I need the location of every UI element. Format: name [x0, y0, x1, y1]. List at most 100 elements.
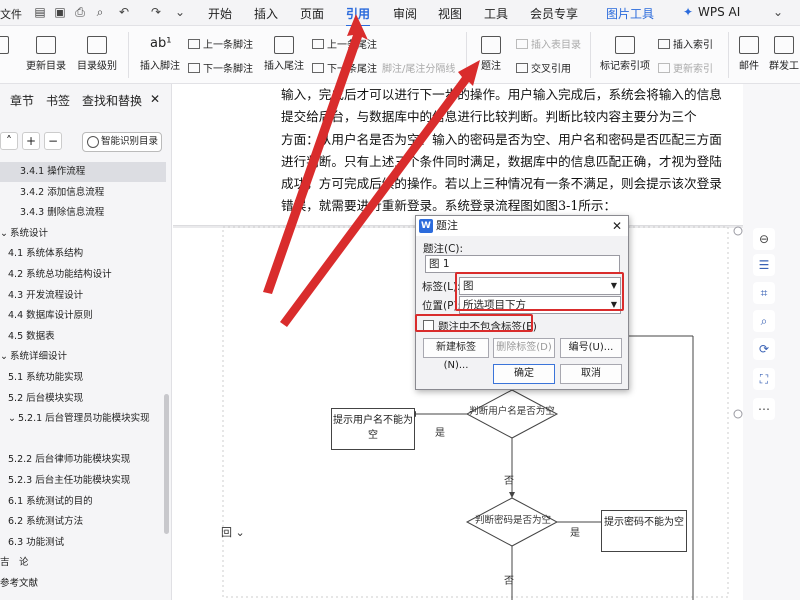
- tab-find-replace[interactable]: 查找和替换: [82, 92, 142, 109]
- toc-item-label: 4.3 开发流程设计: [8, 289, 84, 301]
- toc-item[interactable]: 5.2 后台模块实现: [0, 389, 166, 409]
- tab-page[interactable]: 页面: [300, 5, 324, 22]
- mark-index-button[interactable]: 标记索引项: [598, 36, 652, 72]
- rotate-icon[interactable]: ⟳: [753, 338, 775, 360]
- ribbon-divider: [466, 32, 467, 78]
- remove-heading-icon[interactable]: −: [44, 132, 62, 150]
- menu-tab-bar: 文件 ▤ ▣ ⎙ ⌕ ↶ ↷ ⌄ 开始 插入 页面 引用 审阅 视图 工具 会员…: [0, 0, 800, 27]
- mail-button[interactable]: 邮件: [734, 36, 764, 72]
- extract-text-icon[interactable]: ⛶: [753, 368, 775, 390]
- chevron-down-icon[interactable]: ⌄: [770, 4, 786, 20]
- flow-no-label: 否: [504, 576, 514, 587]
- tab-insert[interactable]: 插入: [254, 5, 278, 22]
- update-index-button[interactable]: 更新索引: [658, 60, 713, 75]
- wps-ai-icon[interactable]: ✦: [680, 4, 696, 20]
- more-chevron-icon[interactable]: ⌄: [172, 4, 188, 20]
- minus-icon[interactable]: ⊖: [753, 228, 775, 250]
- cancel-button[interactable]: 取消: [560, 364, 622, 384]
- print-icon[interactable]: ⎙: [72, 4, 88, 20]
- new-label-button[interactable]: 新建标签(N)...: [423, 338, 489, 371]
- file-menu[interactable]: 文件: [0, 6, 22, 22]
- toc-item-label: 4.1 系统体系结构: [8, 248, 84, 260]
- close-icon[interactable]: ✕: [612, 216, 622, 236]
- toc-item-label: 5.2.3 后台主任功能模块实现: [8, 475, 131, 486]
- toc-item[interactable]: 6.3 功能测试: [0, 533, 166, 553]
- tab-tools[interactable]: 工具: [484, 5, 508, 22]
- toc-item[interactable]: [0, 430, 166, 450]
- toc-item[interactable]: 6.1 系统测试的目的: [0, 492, 166, 512]
- toc-item[interactable]: 参考文献: [0, 574, 166, 594]
- toc-item[interactable]: 3.4.2 添加信息流程: [0, 183, 166, 203]
- chevron-down-icon[interactable]: ⌄: [0, 351, 8, 362]
- text-wrap-icon[interactable]: ☰: [753, 254, 775, 276]
- tab-references[interactable]: 引用: [346, 5, 371, 27]
- chevron-down-icon[interactable]: ⌄: [8, 413, 16, 424]
- toc-item-label: 吉 论: [0, 557, 29, 569]
- cross-reference-button[interactable]: 交叉引用: [516, 60, 571, 75]
- undo-icon[interactable]: ↶: [116, 4, 132, 20]
- toc-item[interactable]: 5.2.2 后台律师功能模块实现: [0, 450, 166, 470]
- toc-item[interactable]: 3.4.3 删除信息流程: [0, 203, 166, 223]
- toc-item[interactable]: 4.4 数据库设计原则: [0, 306, 166, 326]
- group-send-button[interactable]: 群发工: [768, 36, 800, 72]
- paragraph-marker-icon[interactable]: 回 ⌄: [221, 524, 245, 540]
- toc-item[interactable]: ⌄ 系统设计: [0, 224, 166, 244]
- flow-yes-label: 是: [570, 528, 580, 539]
- insert-index-icon: [658, 39, 670, 49]
- insert-endnote-button[interactable]: 插入尾注: [262, 36, 306, 72]
- update-toc-button[interactable]: 更新目录: [24, 36, 68, 72]
- redo-icon[interactable]: ↷: [148, 4, 164, 20]
- prev-footnote-button[interactable]: 上一条脚注: [188, 36, 253, 51]
- chevron-down-icon[interactable]: ⌄: [0, 228, 8, 239]
- zoom-icon[interactable]: ⌕: [753, 310, 775, 332]
- print-preview-icon[interactable]: ⌕: [92, 4, 108, 20]
- collapse-icon[interactable]: ˄: [0, 132, 18, 150]
- toc-item[interactable]: 6.2 系统测试方法: [0, 512, 166, 532]
- document-icon[interactable]: ▤: [32, 4, 48, 20]
- toc-item[interactable]: 5.1 系统功能实现: [0, 368, 166, 388]
- ribbon-divider: [728, 32, 729, 78]
- insert-index-button[interactable]: 插入索引: [658, 36, 713, 51]
- toc-button[interactable]: [0, 36, 10, 57]
- insert-footnote-button[interactable]: ab¹ 插入脚注: [136, 36, 184, 72]
- toc-item[interactable]: 4.2 系统总功能结构设计: [0, 265, 166, 285]
- toc-item[interactable]: 吉 论: [0, 553, 166, 573]
- next-endnote-button[interactable]: 下一条尾注: [312, 60, 377, 75]
- insert-table-of-figures-button[interactable]: 插入表目录: [516, 36, 581, 51]
- save-icon[interactable]: ▣: [52, 4, 68, 20]
- next-footnote-button[interactable]: 下一条脚注: [188, 60, 253, 75]
- caption-button[interactable]: 题注: [476, 36, 506, 72]
- toc-item[interactable]: 5.2.3 后台主任功能模块实现: [0, 471, 166, 491]
- toc-level-button[interactable]: 目录级别: [72, 36, 122, 72]
- toc-item[interactable]: 4.5 数据表: [0, 327, 166, 347]
- add-heading-icon[interactable]: +: [22, 132, 40, 150]
- caption-input[interactable]: 图 1: [425, 255, 620, 273]
- update-index-icon: [658, 63, 670, 73]
- tab-home[interactable]: 开始: [208, 5, 232, 22]
- delete-label-button[interactable]: 删除标签(D): [493, 338, 555, 358]
- toc-item[interactable]: 4.1 系统体系结构: [0, 244, 166, 264]
- tab-view[interactable]: 视图: [438, 5, 462, 22]
- smart-toc-button[interactable]: 智能识别目录: [82, 132, 162, 152]
- prev-endnote-button[interactable]: 上一条尾注: [312, 36, 377, 51]
- numbering-button[interactable]: 编号(U)...: [560, 338, 622, 358]
- mark-index-icon: [615, 36, 635, 54]
- next-endnote-icon: [312, 63, 324, 73]
- tab-picture-tools[interactable]: 图片工具: [606, 5, 654, 22]
- note-separator-button[interactable]: 脚注/尾注分隔线: [382, 60, 455, 75]
- nav-pane-scrollbar[interactable]: [164, 394, 169, 534]
- crop-icon[interactable]: ⌗: [753, 282, 775, 304]
- toc-item[interactable]: 4.3 开发流程设计: [0, 286, 166, 306]
- close-icon[interactable]: ✕: [150, 92, 160, 106]
- wps-ai-button[interactable]: WPS AI: [698, 5, 740, 19]
- toc-item[interactable]: ⌄ 5.2.1 后台管理员功能模块实现: [0, 409, 166, 429]
- tab-bookmarks[interactable]: 书签: [46, 92, 70, 109]
- more-icon[interactable]: ⋯: [753, 398, 775, 420]
- tab-review[interactable]: 审阅: [393, 5, 417, 22]
- flow-yes-label: 是: [435, 428, 445, 439]
- toc-item[interactable]: ⌄ 系统详细设计: [0, 347, 166, 367]
- tab-member[interactable]: 会员专享: [530, 5, 578, 22]
- toc-item[interactable]: 3.4.1 操作流程: [0, 162, 166, 182]
- ok-button[interactable]: 确定: [493, 364, 555, 384]
- tab-chapters[interactable]: 章节: [10, 92, 34, 109]
